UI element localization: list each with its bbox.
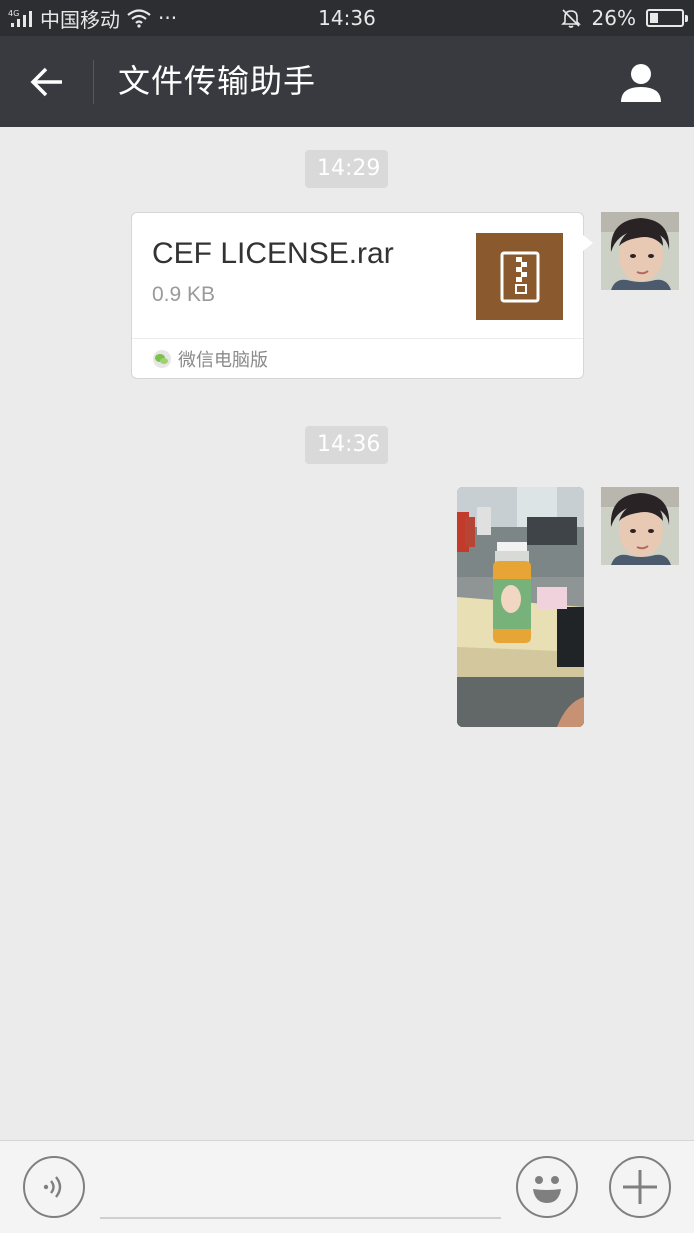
input-bar [0,1140,694,1233]
chat-area[interactable]: 14:29 CEF LICENSE.rar 0.9 KB 微信电脑版 14:36 [0,127,694,1140]
back-button[interactable] [22,58,72,106]
file-size: 0.9 KB [152,283,216,306]
photo-thumbnail [457,487,584,727]
image-message[interactable] [457,487,584,727]
battery-icon [646,9,688,27]
voice-button[interactable] [23,1156,85,1218]
zip-archive-icon [476,233,563,320]
status-bar: 4G 中国移动 ··· 14:36 26% [0,0,694,36]
title-bar: 文件传输助手 [0,36,694,127]
wechat-logo-icon [153,349,171,368]
timestamp-badge: 14:36 [305,426,388,464]
battery-percent: 26% [591,6,636,30]
file-message[interactable]: CEF LICENSE.rar 0.9 KB 微信电脑版 [131,212,593,379]
file-name: CEF LICENSE.rar [152,237,394,270]
timestamp-badge: 14:29 [305,150,388,188]
bell-muted-icon [560,9,581,28]
arrow-left-icon [30,67,62,97]
plus-icon [623,1170,657,1204]
person-icon [621,64,661,102]
page-title: 文件传输助手 [118,62,317,100]
message-input[interactable] [100,1161,501,1219]
status-right: 26% [560,0,688,36]
avatar[interactable] [601,487,679,565]
more-button[interactable] [609,1156,671,1218]
avatar[interactable] [601,212,679,290]
title-divider [93,60,94,104]
voice-icon [43,1176,62,1198]
smiley-icon [533,1176,561,1203]
emoji-button[interactable] [516,1156,578,1218]
profile-button[interactable] [618,60,664,106]
battery-fill [650,13,658,23]
file-source-label: 微信电脑版 [178,349,268,371]
file-source-footer: 微信电脑版 [132,338,583,378]
